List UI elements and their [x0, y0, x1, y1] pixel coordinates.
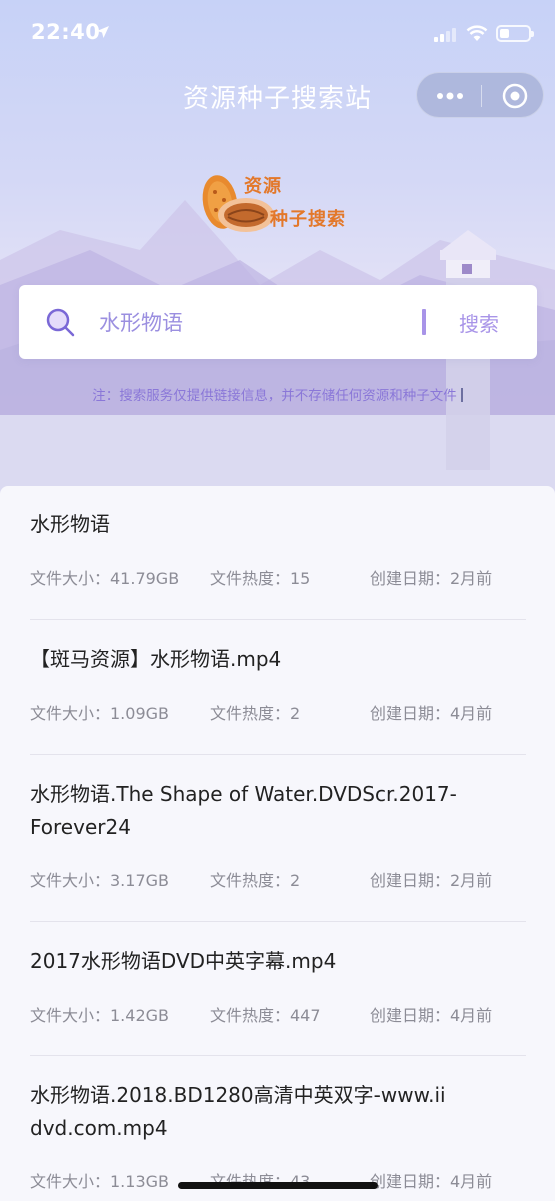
- result-size: 文件大小：3.17GB: [30, 871, 170, 890]
- result-meta: 文件大小：3.17GB 文件热度：2 创建日期：2月前: [30, 867, 526, 891]
- result-title: 水形物语.2018.BD1280高清中英双字-www.iidvd.com.mp4: [30, 1083, 446, 1140]
- status-time: 22:40: [31, 20, 101, 44]
- location-arrow-icon: [97, 26, 109, 38]
- result-meta: 文件大小：1.09GB 文件热度：2 创建日期：4月前: [30, 700, 526, 724]
- result-size: 文件大小：1.09GB: [30, 704, 170, 723]
- disclaimer-text: 注：搜索服务仅提供链接信息，并不存储任何资源和种子文件: [92, 388, 457, 404]
- logo-text-line2: 种子搜索: [270, 209, 346, 230]
- target-close-icon[interactable]: [501, 82, 529, 110]
- mini-program-capsule: [416, 72, 544, 118]
- results-list: 水形物语 文件大小：41.79GB 文件热度：15 创建日期：2月前 【斑马资源…: [0, 486, 555, 1201]
- result-date: 创建日期：2月前: [370, 569, 493, 588]
- list-item[interactable]: 水形物语.2018.BD1280高清中英双字-www.iidvd.com.mp4…: [30, 1079, 526, 1199]
- result-heat: 文件热度：2: [210, 704, 301, 723]
- result-meta: 文件大小：1.42GB 文件热度：447 创建日期：4月前: [30, 1002, 526, 1026]
- result-size: 文件大小：41.79GB: [30, 569, 180, 588]
- signal-icon: [434, 28, 456, 42]
- status-bar: 22:40: [0, 0, 555, 66]
- list-item[interactable]: 水形物语 文件大小：41.79GB 文件热度：15 创建日期：2月前: [30, 508, 526, 620]
- result-date: 创建日期：4月前: [370, 704, 493, 723]
- result-size: 文件大小：1.13GB: [30, 1172, 170, 1191]
- disclaimer-notice: 注：搜索服务仅提供链接信息，并不存储任何资源和种子文件: [0, 384, 555, 404]
- result-heat: 文件热度：2: [210, 871, 301, 890]
- result-title: 2017水形物语DVD中英字幕.mp4: [30, 949, 337, 973]
- result-heat: 文件热度：15: [210, 569, 311, 588]
- list-item[interactable]: 【斑马资源】水形物语.mp4 文件大小：1.09GB 文件热度：2 创建日期：4…: [30, 643, 526, 755]
- list-item[interactable]: 水形物语.The Shape of Water.DVDScr.2017-Fore…: [30, 778, 526, 922]
- result-date: 创建日期：4月前: [370, 1006, 493, 1025]
- search-icon: [46, 308, 75, 337]
- battery-icon: [496, 25, 534, 42]
- logo-text-line1: 资源: [244, 176, 282, 197]
- more-dots-icon[interactable]: [435, 85, 465, 107]
- result-date: 创建日期：2月前: [370, 871, 493, 890]
- result-heat: 文件热度：447: [210, 1006, 321, 1025]
- search-divider: [422, 309, 426, 335]
- search-button[interactable]: 搜索: [459, 308, 499, 337]
- result-meta: 文件大小：41.79GB 文件热度：15 创建日期：2月前: [30, 565, 526, 589]
- capsule-divider: [481, 85, 482, 107]
- list-item[interactable]: 2017水形物语DVD中英字幕.mp4 文件大小：1.42GB 文件热度：447…: [30, 945, 526, 1056]
- search-input[interactable]: [99, 306, 419, 338]
- result-title: 【斑马资源】水形物语.mp4: [30, 647, 282, 671]
- home-indicator[interactable]: [178, 1182, 378, 1189]
- wifi-icon: [466, 25, 488, 41]
- result-title: 水形物语: [30, 512, 110, 536]
- result-size: 文件大小：1.42GB: [30, 1006, 170, 1025]
- search-bar: 搜索: [19, 285, 537, 359]
- result-date: 创建日期：4月前: [370, 1172, 493, 1191]
- result-title: 水形物语.The Shape of Water.DVDScr.2017-Fore…: [30, 782, 457, 839]
